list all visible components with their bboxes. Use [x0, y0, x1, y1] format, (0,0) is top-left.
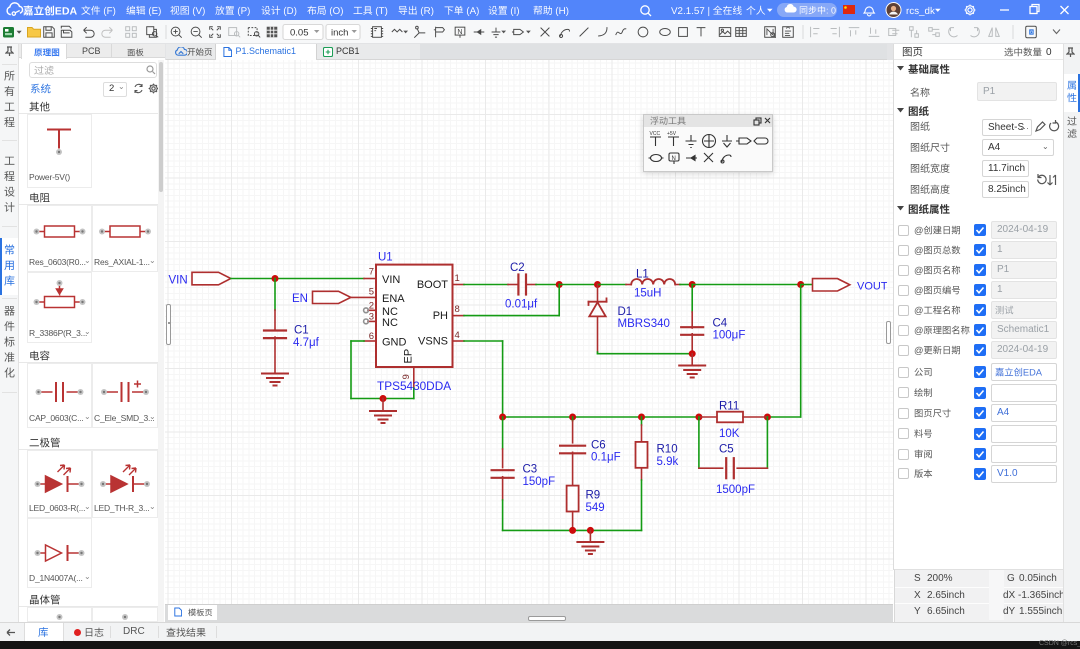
- svg-text:CSDN @rcs_dk: CSDN @rcs_dk: [1039, 640, 1080, 647]
